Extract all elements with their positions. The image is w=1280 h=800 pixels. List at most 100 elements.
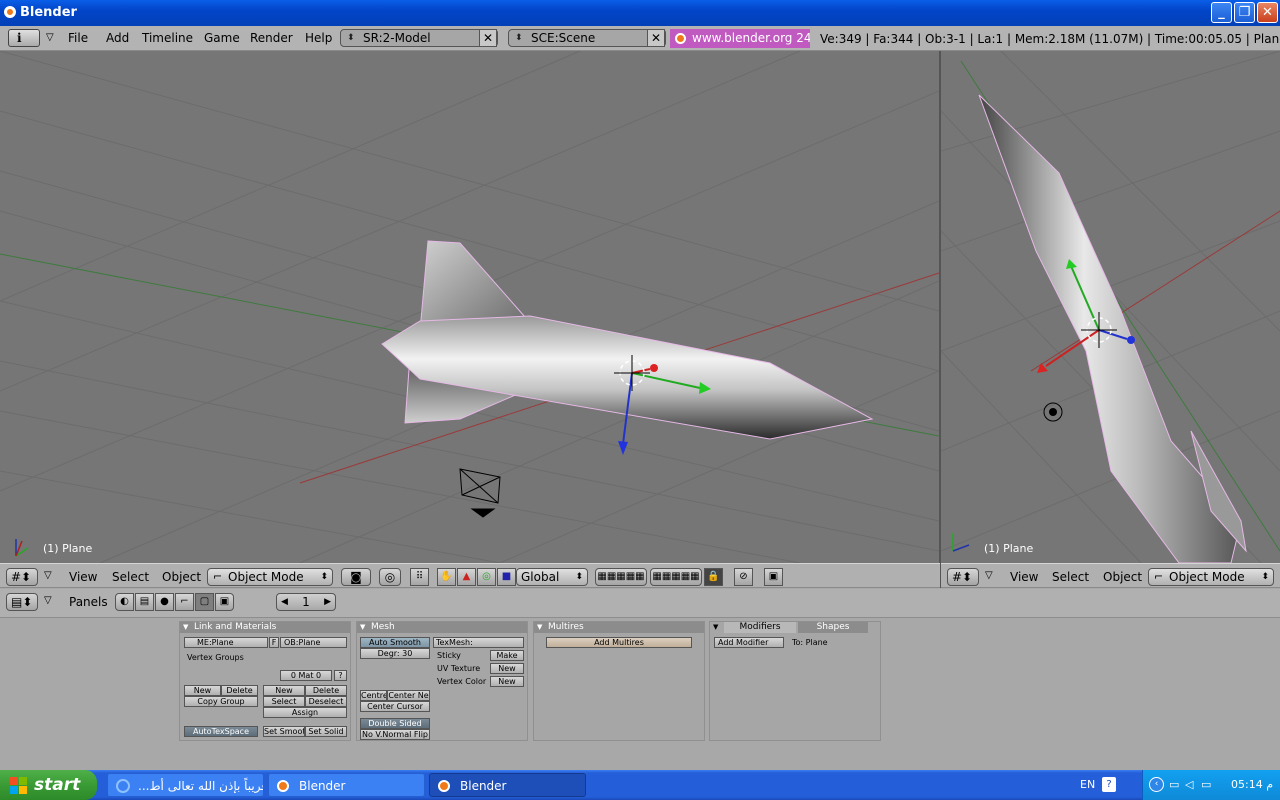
snap-toggle[interactable]: ⠿ [410, 568, 429, 586]
vgroup-new-button[interactable]: New [184, 685, 221, 696]
frame-counter[interactable]: ◀ 1 ▶ [276, 593, 336, 611]
layer-buttons-row2[interactable]: ▦▦▦▦▦ [650, 568, 702, 586]
smooth-degree-field[interactable]: Degr: 30 [360, 648, 430, 659]
maximize-button[interactable]: ❐ [1234, 2, 1255, 23]
material-help-button[interactable]: ? [334, 670, 347, 681]
collapse-menus-icon[interactable]: ▽ [46, 32, 54, 43]
blender-org-link[interactable]: www.blender.org 246 [670, 29, 810, 48]
vgroup-delete-button[interactable]: Delete [221, 685, 258, 696]
network-icon[interactable]: ▭ [1169, 778, 1179, 791]
set-smooth-button[interactable]: Set Smoot [263, 726, 305, 737]
editor-type-button[interactable]: ▤⬍ [6, 593, 38, 611]
material-select-button[interactable]: Select [263, 696, 305, 707]
orientation-dropdown[interactable]: Global ⬍ [516, 568, 588, 586]
side-3d-header: #⬍ ▽ View Select Object ⌐ Object Mode ⬍ [941, 563, 1280, 588]
script-context-icon[interactable]: ▤ [135, 593, 154, 611]
material-delete-button[interactable]: Delete [305, 685, 347, 696]
center-cursor-button[interactable]: Center Cursor [360, 701, 430, 712]
menu-game[interactable]: Game [204, 31, 240, 45]
layer-buttons-row1[interactable]: ▦▦▦▦▦ [595, 568, 647, 586]
render-image-icon[interactable]: ▣ [764, 568, 783, 586]
collapse-menus-icon[interactable]: ▽ [985, 570, 993, 581]
scene-selector[interactable]: ⬍ SCE:Scene ✕ [508, 29, 666, 47]
fake-user-button[interactable]: F [269, 637, 279, 648]
add-multires-button[interactable]: Add Multires [546, 637, 692, 648]
add-modifier-dropdown[interactable]: Add Modifier [714, 637, 784, 648]
mode-dropdown[interactable]: ⌐ Object Mode ⬍ [207, 568, 333, 586]
side-3d-viewport[interactable]: (1) Plane [941, 51, 1280, 563]
menu-view[interactable]: View [1010, 570, 1038, 584]
menu-help[interactable]: Help [305, 31, 332, 45]
menu-render[interactable]: Render [250, 31, 293, 45]
double-sided-toggle[interactable]: Double Sided [360, 718, 430, 729]
sticky-make-button[interactable]: Make [490, 650, 524, 661]
material-assign-button[interactable]: Assign [263, 707, 347, 718]
taskbar-item-blender-1[interactable]: Blender [268, 773, 425, 797]
material-deselect-button[interactable]: Deselect [305, 696, 347, 707]
speaker-icon[interactable]: ◁ [1185, 778, 1193, 791]
minimize-button[interactable]: _ [1211, 2, 1232, 23]
taskbar-item-browser[interactable]: ...قريباً بإذن الله تعالى أط [107, 773, 264, 797]
autotexspace-toggle[interactable]: AutoTexSpace [184, 726, 258, 737]
menu-file[interactable]: File [68, 31, 88, 45]
menu-object[interactable]: Object [162, 570, 201, 584]
render-preview-icon[interactable]: ⊘ [734, 568, 753, 586]
editor-type-button[interactable]: #⬍ [6, 568, 38, 586]
object-context-icon[interactable]: ⌐ [175, 593, 194, 611]
vertex-color-new-button[interactable]: New [490, 676, 524, 687]
close-button[interactable]: ✕ [1257, 2, 1278, 23]
language-indicator[interactable]: EN [1080, 778, 1095, 791]
material-index-field[interactable]: 0 Mat 0 [280, 670, 332, 681]
mesh-datablock-field[interactable]: ME:Plane [184, 637, 268, 648]
panel-title[interactable]: Mesh [357, 622, 527, 633]
main-3d-viewport[interactable]: (1) Plane [0, 51, 939, 563]
shading-context-icon[interactable]: ● [155, 593, 174, 611]
tray-expand-icon[interactable]: ‹ [1149, 777, 1164, 792]
panel-title[interactable]: Link and Materials [180, 622, 350, 633]
centre-button[interactable]: Centre [360, 690, 387, 701]
delete-scene-button[interactable]: ✕ [647, 29, 665, 47]
tab-modifiers[interactable]: Modifiers [724, 622, 796, 633]
collapse-menus-icon[interactable]: ▽ [44, 595, 52, 606]
copy-group-button[interactable]: Copy Group [184, 696, 258, 707]
rotate-tool-icon[interactable]: ▲ [457, 568, 476, 586]
help-icon[interactable]: ? [1102, 777, 1116, 792]
menu-add[interactable]: Add [106, 31, 129, 45]
object-name-field[interactable]: OB:Plane [280, 637, 347, 648]
menu-object[interactable]: Object [1103, 570, 1142, 584]
scene-context-icon[interactable]: ▣ [215, 593, 234, 611]
collapse-menus-icon[interactable]: ▽ [44, 570, 52, 581]
task-label: Blender [299, 779, 346, 793]
auto-smooth-toggle[interactable]: Auto Smooth [360, 637, 430, 648]
screen-selector[interactable]: ⬍ SR:2-Model ✕ [340, 29, 498, 47]
grab-tool-icon[interactable]: ✋ [437, 568, 456, 586]
editing-context-icon[interactable]: ▢ [195, 593, 214, 611]
panels-menu[interactable]: Panels [69, 595, 108, 609]
monitor-icon[interactable]: ▭ [1201, 778, 1211, 791]
draw-type-dropdown[interactable]: ◙ [341, 568, 371, 586]
window-titlebar[interactable]: Blender _ ❐ ✕ [0, 0, 1280, 26]
scale-tool-icon[interactable]: ◎ [477, 568, 496, 586]
menu-select[interactable]: Select [112, 570, 149, 584]
transform-tool-icon[interactable]: ■ [497, 568, 516, 586]
no-vnormal-flip-toggle[interactable]: No V.Normal Flip [360, 729, 430, 740]
menu-select[interactable]: Select [1052, 570, 1089, 584]
editor-type-button[interactable]: i [8, 29, 40, 47]
editor-type-button[interactable]: #⬍ [947, 568, 979, 586]
mode-dropdown[interactable]: ⌐ Object Mode ⬍ [1148, 568, 1274, 586]
menu-timeline[interactable]: Timeline [142, 31, 193, 45]
pivot-dropdown[interactable]: ◎ [379, 568, 401, 586]
texmesh-field[interactable]: TexMesh: [433, 637, 524, 648]
tab-shapes[interactable]: Shapes [798, 622, 868, 633]
clock[interactable]: 05:14 م [1231, 778, 1273, 791]
menu-view[interactable]: View [69, 570, 97, 584]
logic-context-icon[interactable]: ◐ [115, 593, 134, 611]
set-solid-button[interactable]: Set Solid [305, 726, 347, 737]
delete-screen-button[interactable]: ✕ [479, 29, 497, 47]
panel-title[interactable]: Multires [534, 622, 704, 633]
uv-texture-new-button[interactable]: New [490, 663, 524, 674]
lock-layers-icon[interactable]: 🔒 [704, 568, 723, 586]
taskbar-item-blender-2[interactable]: Blender [429, 773, 586, 797]
material-new-button[interactable]: New [263, 685, 305, 696]
centre-new-button[interactable]: Center Ne [387, 690, 430, 701]
